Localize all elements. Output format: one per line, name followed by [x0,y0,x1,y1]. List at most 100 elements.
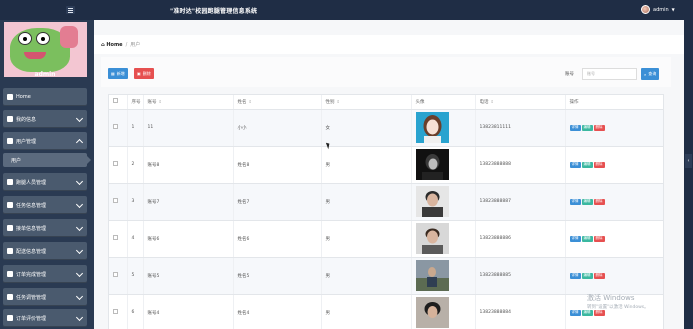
row-checkbox[interactable] [113,161,118,166]
column-header-account[interactable]: 账号 ⇕ [143,95,234,110]
watermark-line1: 激活 Windows [587,294,635,302]
table-row[interactable]: 5 账号5 姓名5 男 13823888885 详情 编辑 删除 [109,257,663,295]
sidebar-item-order-review[interactable]: 订单评价管理 [3,309,87,327]
column-header-index: 序号 [127,95,144,110]
edit-button[interactable]: 编辑 [581,124,593,131]
view-button[interactable]: 详情 [569,235,581,242]
edit-button[interactable]: 编辑 [581,272,593,279]
grid-icon: ▦ [111,71,115,76]
user-menu[interactable]: admin ▼ [641,5,675,14]
sidebar-item-label: 跑腿人员管理 [16,179,47,186]
cell-index: 5 [127,257,144,295]
cell-account: 账号7 [143,183,234,221]
column-header-name[interactable]: 姓名 ⇕ [233,95,322,110]
home-icon [7,94,13,100]
chevron-down-icon [75,313,84,322]
cell-name: 姓名7 [233,183,322,221]
breadcrumb-separator: / [125,41,128,48]
row-checkbox[interactable] [113,198,118,203]
sidebar-item-user-management[interactable]: 用户管理 [3,132,87,150]
edit-button[interactable]: 编辑 [581,161,593,168]
sidebar-item-my-info[interactable]: 我的信息 [3,110,87,128]
sidebar-item-order-complete[interactable]: 订单完成管理 [3,265,87,283]
cell-name: 小小 [233,109,322,147]
edit-button[interactable]: 编辑 [581,235,593,242]
table-header-row: 序号 账号 ⇕ 姓名 ⇕ 性别 ⇕ 头像 电话 ⇕ 操作 [109,95,663,110]
cell-actions: 详情 编辑 删除 [565,220,663,258]
add-button[interactable]: ▦ 新增 [108,68,128,79]
cell-avatar [411,294,476,329]
user-photo [415,186,449,217]
sidebar-item-runner-management[interactable]: 跑腿人员管理 [3,173,87,191]
search-placeholder: 账号 [587,71,595,76]
avatar [641,5,650,14]
cell-avatar [411,109,476,147]
view-button[interactable]: 详情 [569,161,581,168]
sidebar-item-task-info[interactable]: 任务信息管理 [3,196,87,214]
grid-icon [7,225,13,231]
cell-account: 账号6 [143,220,234,258]
cell-actions: 详情 编辑 删除 [565,109,663,147]
row-checkbox[interactable] [113,235,118,240]
table-row[interactable]: 3 账号7 姓名7 男 13823888887 详情 编辑 删除 [109,183,663,221]
chevron-down-icon [75,223,84,232]
sidebar-subitem-users[interactable]: 用户 [3,153,91,167]
sidebar-item-label: 我的信息 [16,116,37,123]
column-header-actions: 操作 [565,95,663,110]
breadcrumb-home-label: Home [106,41,123,48]
delete-button-label: 删除 [142,70,151,76]
search-button[interactable]: ⌕ 查询 [641,68,660,80]
sidebar-item-home[interactable]: Home [3,88,87,106]
menu-toggle-icon[interactable] [66,6,75,14]
cell-index: 1 [127,109,144,147]
sidebar-item-task-dispatch[interactable]: 任务调管管理 [3,288,87,306]
cell-gender: 男 [321,183,412,221]
cell-gender: 男 [321,257,412,295]
view-button[interactable]: 详情 [569,124,581,131]
delete-row-button[interactable]: 删除 [593,161,605,168]
chevron-down-icon [75,292,84,301]
cell-avatar [411,146,476,184]
sidebar-item-order-info[interactable]: 接单信息管理 [3,219,87,237]
column-header-gender[interactable]: 性别 ⇕ [321,95,412,110]
select-all-checkbox[interactable] [113,98,118,104]
cell-account: 账号4 [143,294,234,329]
chevron-down-icon [75,177,84,186]
table-row[interactable]: 2 账号8 姓名8 男 13823888888 详情 编辑 删除 [109,146,663,184]
row-checkbox[interactable] [113,309,118,314]
sidebar-item-label: 订单完成管理 [16,271,47,278]
cell-gender: 男 [321,220,412,258]
delete-row-button[interactable]: 删除 [593,198,605,205]
view-button[interactable]: 详情 [569,309,581,316]
cell-actions: 详情 编辑 删除 [565,146,663,184]
table-row[interactable]: 1 11 小小 女 13823811111 详情 编辑 删除 [109,109,663,147]
view-button[interactable]: 详情 [569,198,581,205]
search-input[interactable]: 账号 [582,68,637,80]
toolbar: ▦ 新增 ▣ 删除 账号 账号 ⌕ 查询 [101,57,671,87]
search-button-label: 查询 [648,71,657,76]
table-row[interactable]: 4 账号6 姓名6 男 13823888886 详情 编辑 删除 [109,220,663,258]
delete-row-button[interactable]: 删除 [593,235,605,242]
edit-button[interactable]: 编辑 [581,198,593,205]
table-row[interactable]: 6 账号4 姓名4 男 13823888884 详情 编辑 删除 [109,294,663,329]
view-button[interactable]: 详情 [569,272,581,279]
breadcrumb-current: 用户 [130,42,141,48]
cell-actions: 详情 编辑 删除 [565,257,663,295]
chevron-down-icon [75,200,84,209]
breadcrumb-home[interactable]: ⌂ Home [101,42,123,48]
cell-name: 姓名6 [233,220,322,258]
delete-row-button[interactable]: 删除 [593,272,605,279]
sidebar-user-name: admin [34,71,56,78]
sidebar-item-label: Home [16,94,31,100]
delete-row-button[interactable]: 删除 [593,124,605,131]
row-checkbox[interactable] [113,124,118,129]
column-header-phone[interactable]: 电话 ⇕ [475,95,566,110]
sidebar-item-delivery-info[interactable]: 配送信息管理 [3,242,87,260]
chevron-left-icon[interactable]: ‹ [685,154,692,168]
row-checkbox[interactable] [113,272,118,277]
watermark-line2: 转到"设置"以激活 Windows。 [587,305,649,310]
avatar-image [4,22,87,77]
chevron-down-icon: ▼ [671,7,675,12]
delete-button[interactable]: ▣ 删除 [134,68,154,79]
search-icon: ⌕ [644,71,647,77]
